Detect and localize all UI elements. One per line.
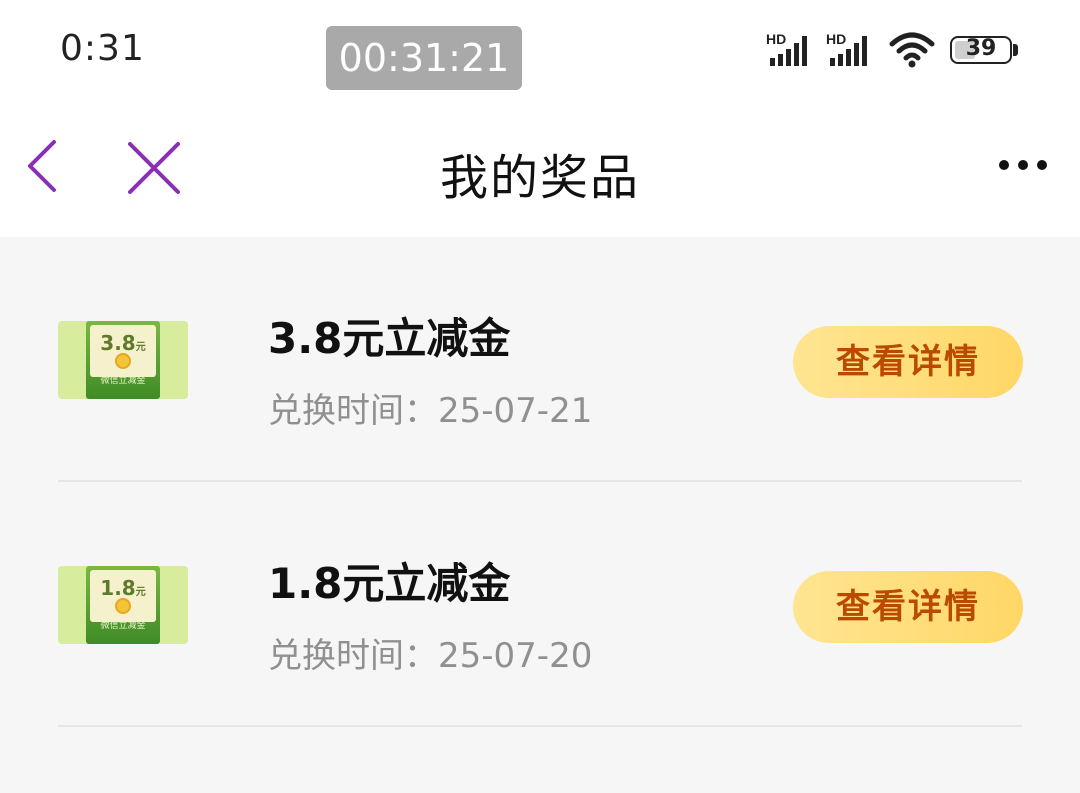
prize-title: 3.8元立减金 bbox=[268, 314, 511, 363]
coin-icon bbox=[115, 353, 131, 369]
coin-icon bbox=[115, 598, 131, 614]
thumbnail-caption: 微信立减金 bbox=[100, 621, 146, 631]
thumbnail-amount: 3.8元 bbox=[100, 331, 146, 355]
prize-list: 3.8元 微信立减金 3.8元立减金 兑换时间：25-07-21 查看详情 1.… bbox=[0, 237, 1080, 727]
prize-thumbnail: 1.8元 微信立减金 bbox=[58, 566, 188, 644]
nav-bar: 我的奖品 bbox=[0, 100, 1080, 237]
list-item: 3.8元 微信立减金 3.8元立减金 兑换时间：25-07-21 查看详情 bbox=[0, 237, 1080, 482]
view-details-button[interactable]: 查看详情 bbox=[793, 326, 1023, 398]
redeem-time-label: 兑换时间： bbox=[268, 391, 438, 431]
signal-icon: HD bbox=[766, 31, 807, 66]
list-item: 1.8元 微信立减金 1.8元立减金 兑换时间：25-07-20 查看详情 bbox=[0, 482, 1080, 727]
recording-timer: 00:31:21 bbox=[326, 26, 522, 90]
status-bar: 0:31 00:31:21 HD HD 39 bbox=[0, 0, 1080, 100]
view-details-button[interactable]: 查看详情 bbox=[793, 571, 1023, 643]
battery-icon: 39 bbox=[950, 36, 1012, 64]
prize-title: 1.8元立减金 bbox=[268, 559, 511, 608]
status-time: 0:31 bbox=[60, 28, 145, 69]
redeem-time-value: 25-07-21 bbox=[438, 391, 593, 431]
redeem-time: 兑换时间：25-07-21 bbox=[268, 383, 592, 432]
network-type-label: HD bbox=[766, 31, 786, 47]
thumbnail-caption: 微信立减金 bbox=[100, 376, 146, 386]
more-dots-icon bbox=[999, 160, 1047, 170]
page-title: 我的奖品 bbox=[439, 150, 640, 206]
more-button[interactable] bbox=[990, 150, 1056, 180]
redeem-time-label: 兑换时间： bbox=[268, 636, 438, 676]
thumbnail-amount: 1.8元 bbox=[100, 576, 146, 600]
battery-level: 39 bbox=[965, 36, 997, 61]
wifi-icon bbox=[889, 32, 935, 68]
battery-tip bbox=[1013, 44, 1018, 56]
prize-thumbnail: 3.8元 微信立减金 bbox=[58, 321, 188, 399]
network-type-label: HD bbox=[826, 31, 846, 47]
redeem-time: 兑换时间：25-07-20 bbox=[268, 628, 592, 677]
signal-icon: HD bbox=[826, 31, 867, 66]
redeem-time-value: 25-07-20 bbox=[438, 636, 593, 676]
